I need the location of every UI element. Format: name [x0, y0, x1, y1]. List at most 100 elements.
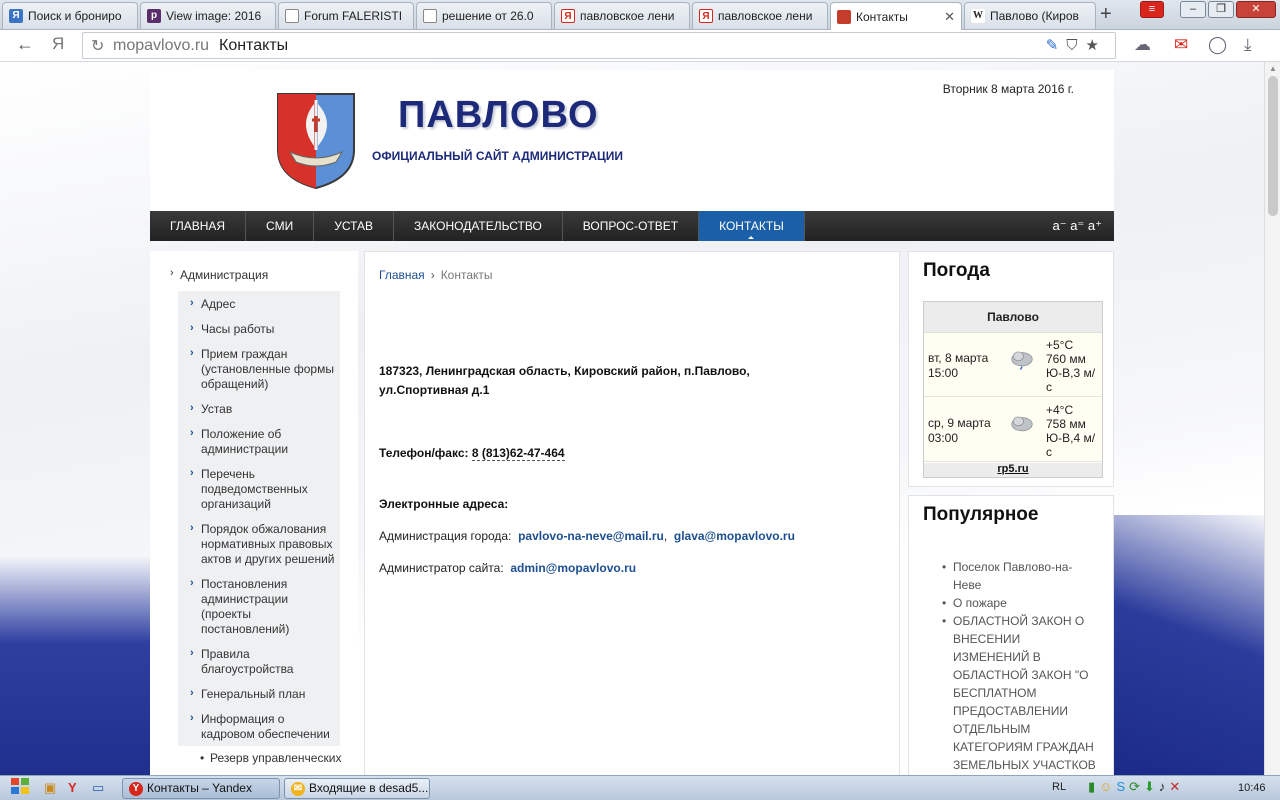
- url-page-title: Контакты: [219, 36, 289, 54]
- sidebar-item-charter[interactable]: Устав: [190, 401, 339, 417]
- page-icon: [285, 9, 299, 23]
- sync-icon[interactable]: ⟳: [1129, 779, 1144, 794]
- browser-tab[interactable]: Я павловское лени: [554, 2, 690, 29]
- weather-source-link[interactable]: rp5.ru: [924, 463, 1102, 477]
- browser-tab-active[interactable]: Контакты ✕: [830, 2, 962, 30]
- sidebar-item-address[interactable]: Адрес: [190, 296, 339, 312]
- download-icon[interactable]: ⬇: [1144, 779, 1159, 794]
- weather-widget: Погода Павлово вт, 8 марта 15:00 +5°C 760 …: [908, 251, 1114, 487]
- tab-title: решение от 26.0: [442, 9, 534, 23]
- site-subtitle: ОФИЦИАЛЬНЫЙ САЙТ АДМИНИСТРАЦИИ: [372, 149, 624, 163]
- sidebar-item-appeal-procedure[interactable]: Порядок обжалования нормативных правовых…: [190, 521, 339, 567]
- sidebar-item-resolutions[interactable]: Постановления администрации (проекты пос…: [190, 576, 339, 637]
- browser-tab[interactable]: решение от 26.0: [416, 2, 552, 29]
- skype-icon[interactable]: S: [1116, 779, 1129, 794]
- menu-item-home[interactable]: ГЛАВНАЯ: [150, 211, 247, 241]
- close-window-button[interactable]: ✕: [1236, 1, 1276, 18]
- main-menu: ГЛАВНАЯ СМИ УСТАВ ЗАКОНОДАТЕЛЬСТВО ВОПРО…: [150, 211, 1114, 241]
- admin-city-email-link[interactable]: pavlovo-na-neve@mail.ru: [518, 529, 664, 543]
- minimize-button[interactable]: –: [1180, 1, 1206, 18]
- windows-logo-icon: [11, 778, 29, 794]
- phone-number[interactable]: 8 (813)62-47-464: [471, 446, 565, 461]
- sidebar-item-landscaping-rules[interactable]: Правила благоустройства: [190, 646, 339, 677]
- sidebar-item-master-plan[interactable]: Генеральный план: [190, 686, 339, 702]
- sidebar-item-hours[interactable]: Часы работы: [190, 321, 339, 337]
- network-icon[interactable]: ✕: [1169, 779, 1184, 794]
- menu-item-faq[interactable]: ВОПРОС-ОТВЕТ: [563, 211, 700, 241]
- back-arrow-icon[interactable]: ←: [16, 34, 34, 55]
- start-button[interactable]: [4, 777, 36, 799]
- sidebar-item-regulations[interactable]: Положение об администрации: [190, 426, 339, 457]
- scroll-up-icon[interactable]: ▲: [1269, 64, 1277, 73]
- main-content: Главная › Контакты 187323, Ленинградская о…: [364, 251, 900, 781]
- taskbar-clock[interactable]: 10:46: [1238, 782, 1266, 794]
- menu-item-contacts[interactable]: КОНТАКТЫ: [699, 211, 805, 241]
- downloads-icon[interactable]: ⤓: [1244, 35, 1252, 55]
- protect-icon[interactable]: ⛉: [1066, 37, 1085, 54]
- weather-datetime: ср, 9 марта 03:00: [928, 416, 991, 445]
- sidebar-item-staffing[interactable]: Информация о кадровом обеспечении: [190, 711, 339, 742]
- yandex-logo-icon[interactable]: Я: [52, 34, 64, 54]
- popular-list: Поселок Павлово-на-Неве О пожаре ОБЛАСТН…: [909, 536, 1113, 774]
- explorer-icon[interactable]: ▣: [44, 780, 56, 796]
- breadcrumb-home-link[interactable]: Главная: [379, 268, 425, 282]
- browser-tab[interactable]: p View image: 2016: [140, 2, 276, 29]
- url-field[interactable]: ↻ mopavlovo.ru Контакты ✎⛉★: [82, 32, 1116, 59]
- tab-title: Контакты: [856, 9, 908, 24]
- browser-tab[interactable]: Я павловское лени: [692, 2, 828, 29]
- new-tab-button[interactable]: +: [1100, 4, 1112, 24]
- font-size-controls[interactable]: a⁻ a⁼ a⁺: [1053, 211, 1103, 241]
- weather-heading: Погода: [923, 260, 990, 281]
- page-scrollbar[interactable]: ▲: [1264, 62, 1280, 775]
- extension-icon[interactable]: ◯: [1208, 35, 1227, 55]
- volume-icon[interactable]: ♪: [1159, 779, 1170, 794]
- cloud-icon[interactable]: ☁: [1134, 35, 1151, 55]
- chat-icon[interactable]: ☺: [1099, 779, 1116, 794]
- menu-button[interactable]: ≡: [1140, 1, 1164, 18]
- language-indicator[interactable]: RL: [1052, 781, 1066, 793]
- notifications-icon[interactable]: ✉: [1174, 35, 1188, 55]
- tab-title: View image: 2016: [166, 9, 262, 23]
- desktop-icon[interactable]: ▭: [92, 780, 104, 796]
- reload-icon[interactable]: ↻: [91, 36, 104, 56]
- yandex-icon: Я: [561, 9, 575, 23]
- brush-icon[interactable]: ✎: [1046, 37, 1067, 54]
- address-bar: ← Я ↻ mopavlovo.ru Контакты ✎⛉★ ☁ ✉ ◯ ⤓: [0, 30, 1280, 62]
- restore-button[interactable]: ❐: [1208, 1, 1234, 18]
- browser-tab[interactable]: Forum FALERISTI: [278, 2, 414, 29]
- weather-row: вт, 8 марта 15:00 +5°C 760 мм Ю-В,3 м/с: [924, 333, 1102, 397]
- sidebar-submenu: Адрес Часы работы Прием граждан (установ…: [178, 291, 340, 746]
- sidebar-item-organizations[interactable]: Перечень подведомственных организаций: [190, 466, 339, 512]
- yandex-browser-quicklaunch-icon[interactable]: Y: [68, 780, 77, 795]
- sidebar-subitem-reserve[interactable]: Резерв управленческих: [200, 751, 341, 766]
- breadcrumb: Главная › Контакты: [379, 268, 493, 282]
- browser-tab[interactable]: Я Поиск и брониро: [2, 2, 138, 29]
- signal-icon[interactable]: ▮: [1088, 779, 1099, 794]
- sidebar-item-reception[interactable]: Прием граждан (установленные формы обращ…: [190, 346, 339, 392]
- head-email-link[interactable]: glava@mopavlovo.ru: [674, 529, 795, 543]
- coat-of-arms-logo[interactable]: [274, 90, 358, 190]
- sidebar-item-administration[interactable]: Администрация: [170, 267, 268, 282]
- taskbar-task-browser[interactable]: Y Контакты – Yandex: [122, 778, 280, 799]
- taskbar-task-mail[interactable]: ✉ Входящие в desad5...: [284, 778, 430, 799]
- yandex-search-icon: Я: [9, 9, 23, 23]
- popular-item[interactable]: О пожаре: [942, 594, 1099, 612]
- weather-table[interactable]: Павлово вт, 8 марта 15:00 +5°C 760 мм Ю-В,3…: [923, 301, 1103, 478]
- menu-item-charter[interactable]: УСТАВ: [314, 211, 395, 241]
- close-tab-icon[interactable]: ✕: [944, 9, 955, 25]
- scrollbar-thumb[interactable]: [1268, 76, 1278, 216]
- breadcrumb-current: Контакты: [440, 268, 493, 282]
- popular-item[interactable]: Поселок Павлово-на-Неве: [942, 558, 1099, 594]
- menu-item-media[interactable]: СМИ: [246, 211, 315, 241]
- bookmark-star-icon[interactable]: ★: [1086, 37, 1107, 54]
- weather-values: +4°C 758 мм Ю-В,4 м/с: [1046, 403, 1096, 459]
- browser-tab[interactable]: W Павлово (Киров: [964, 2, 1096, 29]
- site-admin-email-link[interactable]: admin@mopavlovo.ru: [510, 561, 636, 575]
- menu-item-legislation[interactable]: ЗАКОНОДАТЕЛЬСТВО: [394, 211, 563, 241]
- url-action-icons[interactable]: ✎⛉★: [1046, 36, 1107, 54]
- site-title[interactable]: ПАВЛОВО: [398, 94, 599, 137]
- breadcrumb-separator: ›: [430, 268, 435, 282]
- system-tray-icons[interactable]: ▮☺S⟳⬇♪✕: [1088, 779, 1184, 795]
- yandex-icon: Я: [699, 9, 713, 23]
- popular-item[interactable]: ОБЛАСТНОЙ ЗАКОН О ВНЕСЕНИИ ИЗМЕНЕНИЙ В О…: [942, 612, 1099, 774]
